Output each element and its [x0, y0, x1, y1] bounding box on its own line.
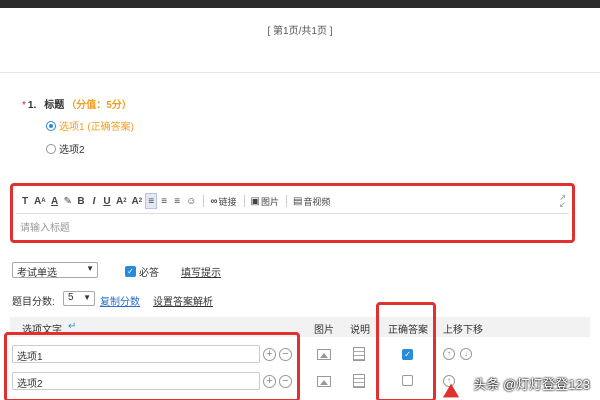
- page-indicator: [ 第1页/共1页 ]: [267, 26, 333, 37]
- image-label: 图片: [260, 196, 279, 207]
- image-icon[interactable]: [317, 349, 331, 360]
- superscript-icon[interactable]: A2: [114, 193, 129, 209]
- score-value: 5: [68, 292, 74, 303]
- toolbar-divider: [203, 195, 205, 207]
- divider: [0, 72, 600, 73]
- checkbox-checked-icon[interactable]: ✓: [125, 266, 136, 277]
- media-label: 音视频: [303, 196, 331, 207]
- question-type-value: 考试单选: [17, 268, 57, 279]
- move-down-icon[interactable]: ↓: [460, 348, 472, 360]
- answer-analysis-link[interactable]: 设置答案解析: [153, 293, 213, 308]
- toolbar-divider: [285, 195, 287, 207]
- title-input[interactable]: 请输入标题: [16, 213, 569, 237]
- description-icon[interactable]: [353, 374, 365, 388]
- image-button[interactable]: ▣ 图片: [249, 193, 281, 209]
- media-button[interactable]: ▤ 音视频: [291, 193, 332, 209]
- bold-icon[interactable]: B: [75, 193, 87, 209]
- copy-score-link[interactable]: 复制分数: [100, 293, 140, 308]
- title-editor: T AA A ✎ B I U A2 A2 ≡ ≡ ≡ ☺ ∞ 链接 ▣ 图片 ▤ 音视…: [10, 183, 575, 243]
- required-mark: *: [22, 100, 26, 111]
- chevron-down-icon: ▼: [83, 293, 91, 302]
- preview-option-2[interactable]: 选项2: [46, 141, 85, 156]
- question-score: （分值：5分）: [66, 100, 132, 111]
- move-up-icon[interactable]: ↑: [443, 348, 455, 360]
- radio-selected-icon[interactable]: [46, 120, 56, 131]
- preview-option-1[interactable]: 选项1 (正确答案): [46, 118, 134, 133]
- score-label: 题目分数:: [12, 297, 55, 308]
- font-color-icon[interactable]: A: [49, 193, 61, 209]
- align-right-icon[interactable]: ≡: [171, 193, 183, 209]
- sort-icon[interactable]: ↵: [68, 321, 76, 332]
- top-bar: [0, 0, 600, 8]
- fullscreen-icon[interactable]: ↗ ↙: [559, 194, 566, 209]
- underline-icon[interactable]: U: [101, 193, 113, 209]
- header-image: 图片: [314, 325, 334, 336]
- annotation-box-correct: [376, 302, 436, 400]
- chevron-down-icon: ▼: [86, 264, 94, 273]
- score-select[interactable]: 5 ▼: [63, 291, 95, 306]
- header-move: 上移下移: [443, 325, 483, 336]
- fill-hint-link[interactable]: 填写提示: [181, 264, 221, 279]
- header-description: 说明: [350, 325, 370, 336]
- preview-option-label: 选项2: [59, 145, 85, 156]
- question-number: 1.: [27, 100, 37, 111]
- align-center-icon[interactable]: ≡: [158, 193, 170, 209]
- link-button[interactable]: ∞ 链接: [208, 193, 238, 209]
- radio-icon[interactable]: [46, 143, 56, 154]
- align-left-icon[interactable]: ≡: [145, 193, 158, 209]
- link-label: 链接: [218, 196, 237, 207]
- image-icon: ▣: [250, 195, 260, 207]
- question-type-select[interactable]: 考试单选 ▼: [12, 262, 98, 279]
- highlight-icon[interactable]: ✎: [62, 193, 74, 209]
- link-icon: ∞: [210, 195, 218, 207]
- emoji-icon[interactable]: ☺: [184, 193, 198, 209]
- watermark: 头条 @灯灯登登123: [473, 377, 591, 392]
- question-title[interactable]: 标题: [44, 100, 64, 111]
- preview-option-label: 选项1 (正确答案): [59, 122, 134, 133]
- required-label: 必答: [139, 268, 159, 279]
- image-icon[interactable]: [317, 376, 331, 387]
- toolbar-divider: [243, 195, 245, 207]
- subscript-icon[interactable]: A2: [130, 193, 145, 209]
- required-checkbox[interactable]: ✓ 必答: [125, 264, 159, 279]
- editor-toolbar: T AA A ✎ B I U A2 A2 ≡ ≡ ≡ ☺ ∞ 链接 ▣ 图片 ▤ 音视…: [19, 192, 333, 210]
- text-format-icon[interactable]: T: [19, 193, 31, 209]
- annotation-arrow-icon: [438, 383, 460, 400]
- italic-icon[interactable]: I: [88, 193, 100, 209]
- annotation-box-options: [4, 332, 300, 400]
- question-header: * 1. 标题 （分值：5分）: [22, 96, 132, 111]
- description-icon[interactable]: [353, 347, 365, 361]
- video-icon: ▤: [292, 195, 303, 207]
- font-family-icon[interactable]: AA: [32, 193, 48, 209]
